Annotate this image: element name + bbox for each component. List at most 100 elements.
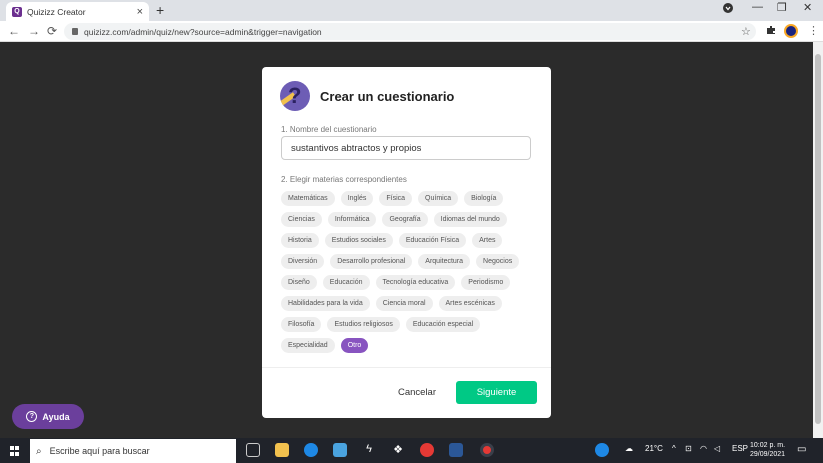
- modal-header: ? Crear un cuestionario: [280, 81, 454, 111]
- file-explorer-icon[interactable]: [275, 443, 289, 457]
- subject-chip-row: Diseño Educación Tecnología educativa Perio…: [281, 275, 543, 296]
- tab-search-icon[interactable]: [723, 3, 733, 16]
- dropbox-icon[interactable]: ❖: [391, 443, 405, 457]
- mail-icon[interactable]: [333, 443, 347, 457]
- subject-chip[interactable]: Otro: [340, 338, 369, 353]
- volume-icon[interactable]: ◁: [714, 444, 720, 453]
- subject-chip-row: Especialidad Otro: [281, 338, 543, 359]
- help-button[interactable]: ? Ayuda: [12, 404, 84, 429]
- browser-tab-bar: Q Quizizz Creator × + — ❐ ✕: [0, 0, 823, 21]
- subject-chip[interactable]: Habilidades para la vida: [281, 296, 370, 311]
- taskbar-search-placeholder: Escribe aquí para buscar: [49, 446, 150, 456]
- subject-chip-row: Ciencias Informática Geografía Idiomas del …: [281, 212, 543, 233]
- help-label: Ayuda: [42, 411, 70, 422]
- subject-chip[interactable]: Educación: [322, 275, 370, 290]
- subject-chip-row: Matemáticas Inglés Física Química Biología: [281, 191, 543, 212]
- subject-chip[interactable]: Filosofía: [281, 317, 322, 332]
- restore-icon[interactable]: ❐: [777, 1, 787, 14]
- subject-chip[interactable]: Ciencia moral: [375, 296, 433, 311]
- subject-chip[interactable]: Historia: [281, 233, 319, 248]
- modal-title: Crear un cuestionario: [320, 88, 455, 104]
- wifi-icon[interactable]: ◠: [700, 444, 707, 453]
- subject-chip[interactable]: Artes: [472, 233, 503, 248]
- subject-chip[interactable]: Ciencias: [281, 212, 322, 227]
- search-icon: ⌕: [36, 445, 42, 457]
- subject-chip[interactable]: Desarrollo profesional: [330, 254, 413, 269]
- profile-avatar[interactable]: [784, 24, 798, 38]
- word-icon[interactable]: [449, 443, 463, 457]
- subject-chip[interactable]: Inglés: [340, 191, 374, 206]
- subject-chip-row: Diversión Desarrollo profesional Arquitect…: [281, 254, 543, 275]
- subject-chip-list: Matemáticas Inglés Física Química Biología Ci…: [281, 191, 543, 359]
- subject-chip-row: Filosofía Estudios religiosos Educación es…: [281, 317, 543, 338]
- subject-chip-row: Historia Estudios sociales Educación Físic…: [281, 233, 543, 254]
- weather-cloud-icon[interactable]: ☁: [625, 444, 633, 453]
- subject-chip[interactable]: Biología: [464, 191, 504, 206]
- new-tab-icon[interactable]: +: [156, 2, 164, 18]
- bolt-app-icon[interactable]: ϟ: [362, 443, 376, 457]
- quiz-name-input[interactable]: sustantivos abtractos y propios: [281, 136, 531, 160]
- subject-chip[interactable]: Tecnología educativa: [375, 275, 456, 290]
- modal-divider: [262, 367, 551, 368]
- subject-chip[interactable]: Arquitectura: [418, 254, 471, 269]
- windows-taskbar: ⌕ Escribe aquí para buscar ϟ ❖ ☁ 21°C ^ …: [0, 438, 823, 463]
- url-text: quizizz.com/admin/quiz/new?source=admin&…: [84, 26, 322, 37]
- back-icon[interactable]: ←: [8, 24, 20, 38]
- chrome-active-icon[interactable]: [480, 443, 494, 457]
- subject-chip[interactable]: Química: [418, 191, 459, 206]
- quizizz-favicon-icon: Q: [12, 6, 22, 17]
- weather-temp[interactable]: 21°C: [645, 444, 663, 453]
- tab-close-icon[interactable]: ×: [137, 6, 143, 18]
- create-quiz-modal: ? Crear un cuestionario 1. Nombre del cu…: [262, 67, 551, 418]
- subject-chip[interactable]: Idiomas del mundo: [433, 212, 507, 227]
- subjects-label: 2. Elegir materias correspondientes: [281, 175, 407, 184]
- subject-chip[interactable]: Periodismo: [461, 275, 511, 290]
- notification-icon[interactable]: ▭: [797, 444, 806, 455]
- forward-icon[interactable]: →: [28, 24, 40, 38]
- subject-chip[interactable]: Física: [379, 191, 413, 206]
- language-indicator[interactable]: ESP: [732, 444, 748, 453]
- subject-chip[interactable]: Estudios sociales: [324, 233, 393, 248]
- page-scrollbar[interactable]: [813, 42, 823, 438]
- network-icon[interactable]: ⊡: [685, 444, 692, 453]
- cancel-button[interactable]: Cancelar: [390, 380, 444, 404]
- quiz-question-icon: ?: [280, 81, 310, 111]
- chrome-icon[interactable]: [420, 443, 434, 457]
- bookmark-star-icon[interactable]: ☆: [741, 25, 751, 38]
- tray-chevron-icon[interactable]: ^: [672, 444, 676, 453]
- quiz-name-label: 1. Nombre del cuestionario: [281, 125, 377, 134]
- subject-chip[interactable]: Matemáticas: [281, 191, 335, 206]
- url-field[interactable]: quizizz.com/admin/quiz/new?source=admin&…: [64, 23, 756, 40]
- reload-icon[interactable]: ⟳: [47, 24, 57, 38]
- browser-tab[interactable]: Q Quizizz Creator ×: [6, 2, 149, 21]
- quiz-name-value: sustantivos abtractos y propios: [291, 142, 422, 154]
- subject-chip[interactable]: Artes escénicas: [438, 296, 502, 311]
- taskbar-clock[interactable]: 10:02 p. m. 29/09/2021: [750, 441, 785, 459]
- subject-chip[interactable]: Diseño: [281, 275, 317, 290]
- window-close-icon[interactable]: ✕: [803, 1, 812, 14]
- windows-start-icon[interactable]: [10, 446, 20, 456]
- next-button[interactable]: Siguiente: [456, 381, 537, 404]
- task-view-icon[interactable]: [246, 443, 260, 457]
- subject-chip[interactable]: Geografía: [382, 212, 428, 227]
- minimize-icon[interactable]: —: [752, 1, 763, 13]
- edge-browser-icon[interactable]: [304, 443, 318, 457]
- browser-menu-icon[interactable]: ⋮: [808, 24, 819, 37]
- subject-chip[interactable]: Educación especial: [405, 317, 481, 332]
- help-tray-icon[interactable]: [595, 443, 609, 457]
- scrollbar-thumb[interactable]: [815, 54, 821, 424]
- extensions-puzzle-icon[interactable]: [766, 25, 776, 38]
- subject-chip[interactable]: Negocios: [476, 254, 520, 269]
- subject-chip[interactable]: Educación Física: [398, 233, 467, 248]
- lock-icon: [72, 28, 78, 35]
- address-bar: ← → ⟳ quizizz.com/admin/quiz/new?source=…: [0, 21, 823, 42]
- clock-time: 10:02 p. m.: [750, 442, 786, 449]
- subject-chip[interactable]: Especialidad: [281, 338, 335, 353]
- subject-chip[interactable]: Informática: [327, 212, 377, 227]
- taskbar-search-input[interactable]: ⌕ Escribe aquí para buscar: [30, 439, 236, 463]
- subject-chip[interactable]: Estudios religiosos: [327, 317, 400, 332]
- subject-chip[interactable]: Diversión: [281, 254, 325, 269]
- clock-date: 29/09/2021: [750, 451, 786, 458]
- tab-title: Quizizz Creator: [27, 6, 86, 17]
- subject-chip-row: Habilidades para la vida Ciencia moral Art…: [281, 296, 543, 317]
